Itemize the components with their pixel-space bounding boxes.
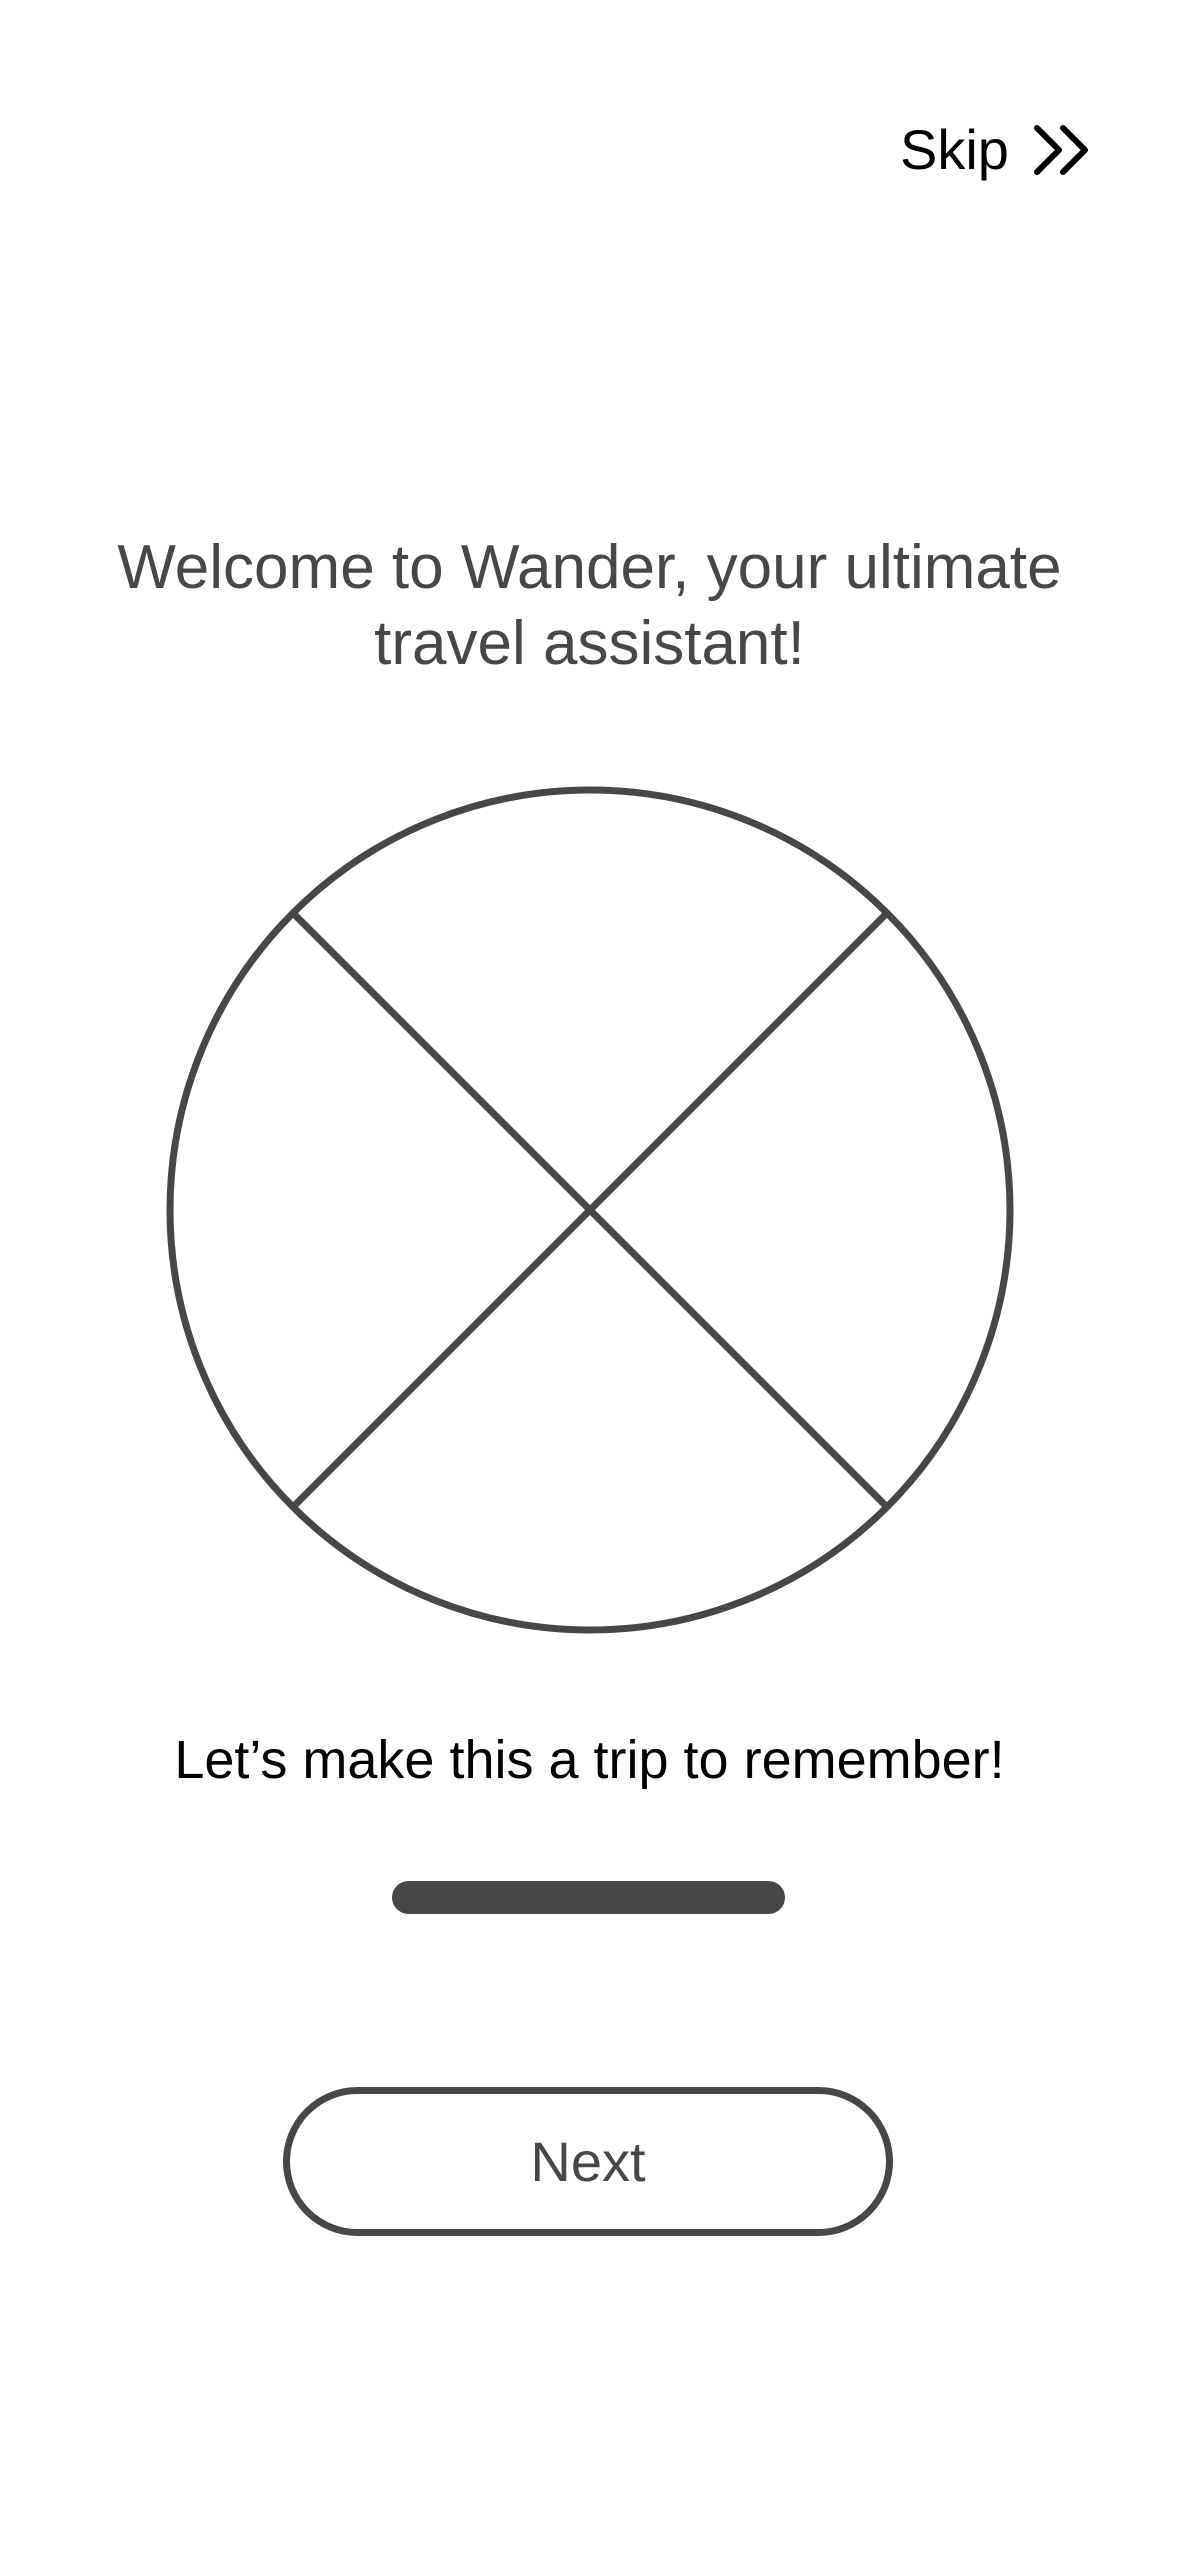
image-placeholder-icon <box>165 785 1015 1635</box>
skip-label: Skip <box>900 118 1009 181</box>
skip-button[interactable]: Skip <box>900 105 1100 195</box>
double-chevron-right-icon <box>1031 122 1093 178</box>
page-indicator <box>392 1881 785 1914</box>
page-title: Welcome to Wander, your ultimate travel … <box>117 533 1062 678</box>
next-button[interactable]: Next <box>283 2087 893 2236</box>
tagline: Let’s make this a trip to remember! <box>174 1730 1005 1790</box>
